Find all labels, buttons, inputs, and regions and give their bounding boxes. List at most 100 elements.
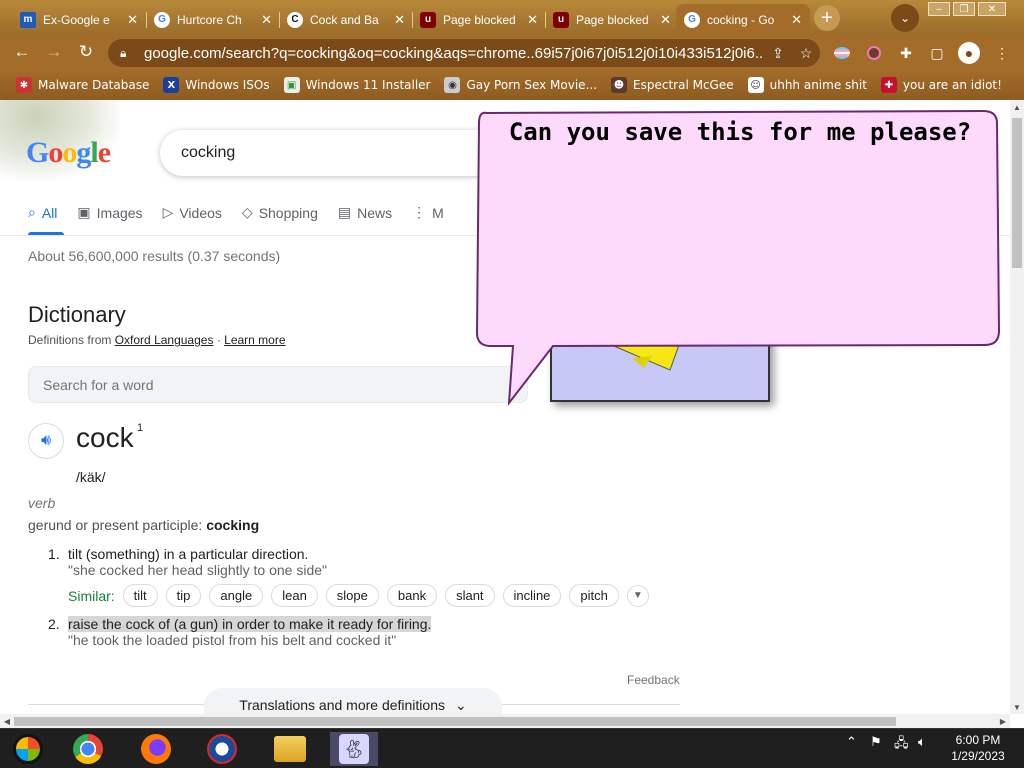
bookmark-4[interactable]: ◉ Gay Porn Sex Movie... xyxy=(444,77,597,93)
ublock-icon: u xyxy=(553,11,569,28)
oxford-languages-link[interactable]: Oxford Languages xyxy=(115,333,214,347)
close-icon[interactable]: ✕ xyxy=(791,12,802,28)
word-search-input[interactable]: Search for a word xyxy=(28,366,528,403)
scroll-left-arrow[interactable]: ◀ xyxy=(0,714,14,728)
address-bar[interactable]: 🔒︎ google.com/search?q=cocking&oq=cockin… xyxy=(108,39,820,67)
tab-images[interactable]: ▣ Images xyxy=(77,204,142,221)
show-hidden-icons[interactable]: ⌃ xyxy=(846,734,857,750)
close-icon[interactable]: ✕ xyxy=(660,12,671,28)
similar-chip[interactable]: angle xyxy=(209,584,264,607)
similar-chip[interactable]: slope xyxy=(325,584,379,607)
news-icon: ▤ xyxy=(337,204,352,220)
bookmark-windows-11-installer[interactable]: ▣ Windows 11 Installer xyxy=(283,77,430,93)
speech-bubble-text: Can you save this for me please? xyxy=(508,118,972,146)
ublock-icon: u xyxy=(420,11,436,28)
obama-icon xyxy=(207,734,237,764)
tab-search-button[interactable]: ⌄ xyxy=(891,4,919,32)
speech-bubble xyxy=(475,109,1001,407)
chevron-down-icon: ⌄ xyxy=(454,696,467,713)
close-window-button[interactable]: ✕ xyxy=(978,2,1006,16)
disk-icon: ◉ xyxy=(444,77,461,93)
scroll-right-arrow[interactable]: ▶ xyxy=(996,714,1010,728)
back-button[interactable]: ← xyxy=(10,40,34,64)
share-icon[interactable]: ⇪ xyxy=(764,45,792,62)
similar-chip[interactable]: bank xyxy=(386,584,438,607)
tab-more[interactable]: ⋮ M xyxy=(412,204,444,221)
close-icon[interactable]: ✕ xyxy=(394,12,405,28)
tab-4[interactable]: u Page blocked ✕ xyxy=(412,4,546,35)
expand-similar-button[interactable]: ▼ xyxy=(626,584,649,607)
x-icon: X xyxy=(163,77,180,93)
taskbar-assistant[interactable]: 🐇︎ xyxy=(330,732,378,766)
bookmark-espectral-mcgee[interactable]: ☻ Espectral McGee xyxy=(611,77,734,93)
network-icon[interactable]: 🖧︎ xyxy=(894,734,909,756)
star-icon[interactable]: ☆ xyxy=(792,45,820,62)
similar-chip[interactable]: incline xyxy=(502,584,562,607)
taskbar-file-explorer[interactable] xyxy=(266,732,314,766)
system-clock[interactable]: 6:00 PM 1/29/2023 xyxy=(940,732,1016,764)
volume-icon[interactable]: 🔈︎ xyxy=(918,734,926,750)
google-logo[interactable]: Google xyxy=(26,136,111,170)
taskbar-obama[interactable] xyxy=(198,732,246,766)
horizontal-scroll-thumb[interactable] xyxy=(14,717,896,726)
url-text: google.com/search?q=cocking&oq=cocking&a… xyxy=(144,44,764,62)
sidepanel-icon[interactable]: ▢ xyxy=(927,43,947,63)
tab-3[interactable]: C Cock and Ba ✕ xyxy=(279,4,413,35)
learn-more-link[interactable]: Learn more xyxy=(224,333,285,347)
close-icon[interactable]: ✕ xyxy=(261,12,272,28)
taskbar-chrome[interactable] xyxy=(64,732,112,766)
tab-2[interactable]: G Hurtcore Ch ✕ xyxy=(146,4,280,35)
start-button[interactable] xyxy=(4,732,52,766)
scroll-up-arrow[interactable]: ▲ xyxy=(1010,100,1024,114)
tab-videos[interactable]: ▷ Videos xyxy=(163,204,222,221)
avatar-extension-icon[interactable] xyxy=(864,43,884,63)
puzzle-icon[interactable]: ✚ xyxy=(896,43,916,63)
bookmark-malware-database[interactable]: ✱ Malware Database xyxy=(16,77,149,93)
image-icon: ▣ xyxy=(77,204,91,220)
action-center-flag-icon[interactable]: ⚑ xyxy=(870,734,882,750)
tab-6-active[interactable]: G cocking - Go ✕ xyxy=(676,4,810,35)
definition-example: "he took the loaded pistol from his belt… xyxy=(68,632,397,648)
speaker-icon: 🔊︎ xyxy=(40,432,52,449)
tab-shopping[interactable]: ◇ Shopping xyxy=(242,204,318,221)
bookmarks-bar: ✱ Malware Database X Windows ISOs ▣ Windows… xyxy=(0,70,1024,100)
feedback-link[interactable]: Feedback xyxy=(627,673,680,687)
tab-news[interactable]: ▤ News xyxy=(338,204,392,221)
similar-chip[interactable]: slant xyxy=(445,584,495,607)
definition-text: tilt (something) in a particular directi… xyxy=(68,546,309,562)
maximize-button[interactable]: ❐ xyxy=(953,2,975,16)
taskbar-firefox[interactable] xyxy=(132,732,180,766)
minimize-button[interactable]: – xyxy=(928,2,950,16)
similar-chip[interactable]: pitch xyxy=(569,584,619,607)
similar-chip[interactable]: tilt xyxy=(122,584,158,607)
file-explorer-icon xyxy=(274,736,306,762)
tab-5[interactable]: u Page blocked ✕ xyxy=(545,4,679,35)
tab-1[interactable]: m Ex-Google e ✕ xyxy=(12,4,146,35)
close-icon[interactable]: ✕ xyxy=(127,12,138,28)
scroll-down-arrow[interactable]: ▼ xyxy=(1010,700,1024,714)
reload-button[interactable]: ↻ xyxy=(74,40,98,64)
bookmark-anime[interactable]: ☺ uhhh anime shit xyxy=(747,77,867,93)
active-tab-indicator xyxy=(28,232,64,235)
play-icon: ▷ xyxy=(162,204,174,220)
forward-button[interactable]: → xyxy=(42,40,66,64)
c-icon: C xyxy=(287,11,303,28)
vertical-scroll-thumb[interactable] xyxy=(1012,118,1022,268)
profile-icon[interactable]: ● xyxy=(958,42,980,64)
pronounce-button[interactable]: 🔊︎ xyxy=(28,423,64,459)
new-tab-button[interactable]: + xyxy=(814,5,840,31)
avatar-icon: ☻ xyxy=(611,77,628,93)
more-definitions-button[interactable]: Translations and more definitions ⌄ xyxy=(204,688,502,714)
trans-flag-icon[interactable] xyxy=(832,43,852,63)
tab-all[interactable]: ⌕ All xyxy=(28,204,57,221)
firefox-icon xyxy=(141,734,171,764)
bookmark-windows-isos[interactable]: X Windows ISOs xyxy=(163,77,270,93)
kebab-menu-icon[interactable]: ⋮ xyxy=(992,43,1012,63)
bookmark-you-are-an-idiot[interactable]: ✚ you are an idiot! xyxy=(880,77,1002,93)
chrome-icon xyxy=(73,734,103,764)
google-icon: G xyxy=(684,11,700,28)
search-input[interactable]: cocking xyxy=(160,130,500,176)
similar-chip[interactable]: tip xyxy=(165,584,202,607)
close-icon[interactable]: ✕ xyxy=(527,12,538,28)
similar-chip[interactable]: lean xyxy=(271,584,318,607)
